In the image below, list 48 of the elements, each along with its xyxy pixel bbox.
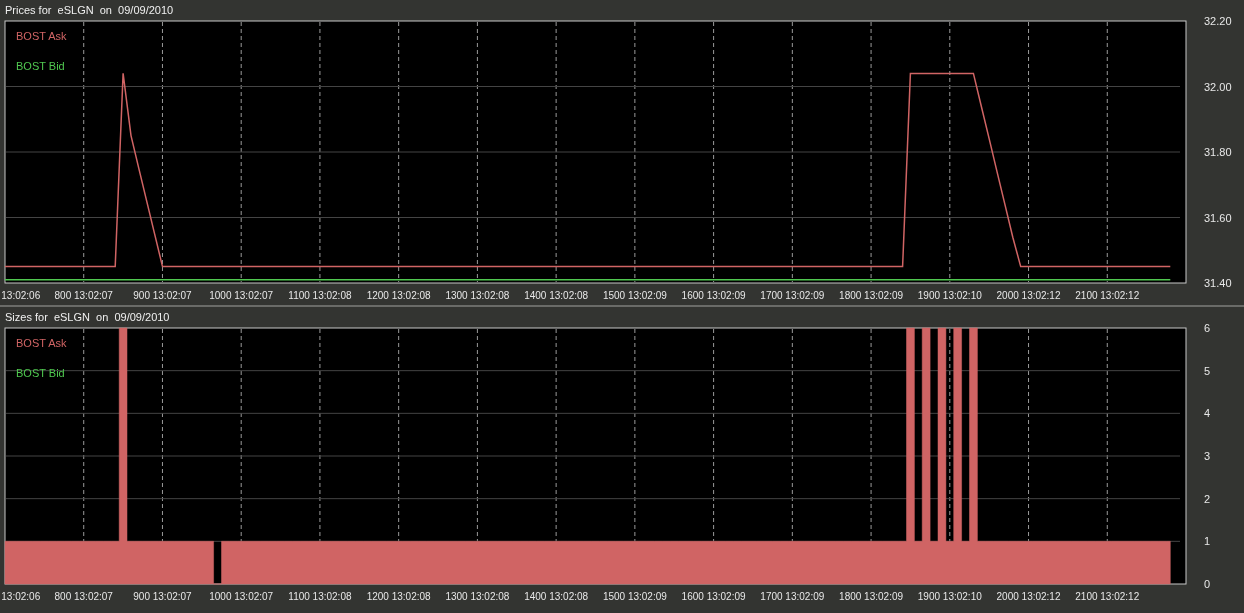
axis-tick-label: 800 13:02:07	[54, 290, 113, 301]
axis-tick-label: 1600 13:02:09	[681, 290, 746, 301]
axis-tick-label: 4	[1204, 407, 1211, 420]
axis-tick-label: 31.60	[1204, 211, 1232, 224]
axis-tick-label: 1200 13:02:08	[366, 591, 431, 602]
axis-tick-label: 6	[1204, 324, 1211, 334]
axis-tick-label: 2100 13:02:12	[1075, 591, 1140, 602]
axis-tick-label: 13:02:06	[1, 591, 41, 602]
axis-tick-label: 1600 13:02:09	[681, 591, 746, 602]
axis-tick-label: 1100 13:02:08	[288, 290, 352, 301]
axis-tick-label: 1700 13:02:09	[760, 290, 825, 301]
axis-tick-label: 1800 13:02:09	[839, 591, 904, 602]
axis-tick-label: 13:02:06	[1, 290, 41, 301]
axis-tick-label: 800 13:02:07	[54, 591, 113, 602]
axis-tick-label: 2000 13:02:12	[996, 591, 1061, 602]
axis-tick-label: 1800 13:02:09	[839, 290, 904, 301]
legend-label: BOST Ask	[16, 30, 67, 42]
legend-label: BOST Bid	[16, 60, 65, 72]
axis-tick-label: 1400 13:02:08	[524, 591, 589, 602]
chart-title: Prices for eSLGN on 09/09/2010	[4, 3, 175, 17]
axis-tick-label: 3	[1204, 450, 1211, 462]
axis-tick-label: 32.20	[1204, 17, 1232, 27]
axis-tick-label: 1100 13:02:08	[288, 591, 352, 602]
axis-tick-label: 0	[1204, 578, 1211, 590]
axis-tick-label: 1000 13:02:07	[209, 591, 274, 602]
legend-label: BOST Bid	[16, 367, 65, 379]
axis-tick-label: 1900 13:02:10	[917, 290, 982, 301]
axis-tick-label: 2000 13:02:12	[996, 290, 1061, 301]
axis-tick-label: 31.80	[1204, 146, 1232, 158]
axis-tick-label: 1700 13:02:09	[760, 591, 825, 602]
axis-tick-label: 1	[1204, 535, 1211, 548]
axis-tick-label: 1500 13:02:09	[602, 591, 667, 602]
axis-tick-label: 2100 13:02:12	[1075, 290, 1140, 301]
chart-title: Sizes for eSLGN on 09/09/2010	[4, 310, 171, 324]
axis-tick-label: 1200 13:02:08	[366, 290, 431, 301]
axis-tick-label: 1300 13:02:08	[445, 591, 510, 602]
axis-tick-label: 1900 13:02:10	[917, 591, 982, 602]
axis-tick-label: 5	[1204, 364, 1211, 377]
axis-tick-label: 32.00	[1204, 80, 1232, 93]
axis-tick-label: 1500 13:02:09	[602, 290, 667, 301]
axis-tick-label: 2	[1204, 492, 1211, 505]
axis-tick-label: 1000 13:02:07	[209, 290, 274, 301]
axis-tick-label: 1400 13:02:08	[524, 290, 589, 301]
axis-tick-label: 900 13:02:07	[133, 591, 192, 602]
axis-tick-label: 900 13:02:07	[133, 290, 192, 301]
legend-label: BOST Ask	[16, 337, 67, 349]
axis-tick-label: 1300 13:02:08	[445, 290, 510, 301]
axis-tick-label: 31.40	[1204, 277, 1232, 289]
